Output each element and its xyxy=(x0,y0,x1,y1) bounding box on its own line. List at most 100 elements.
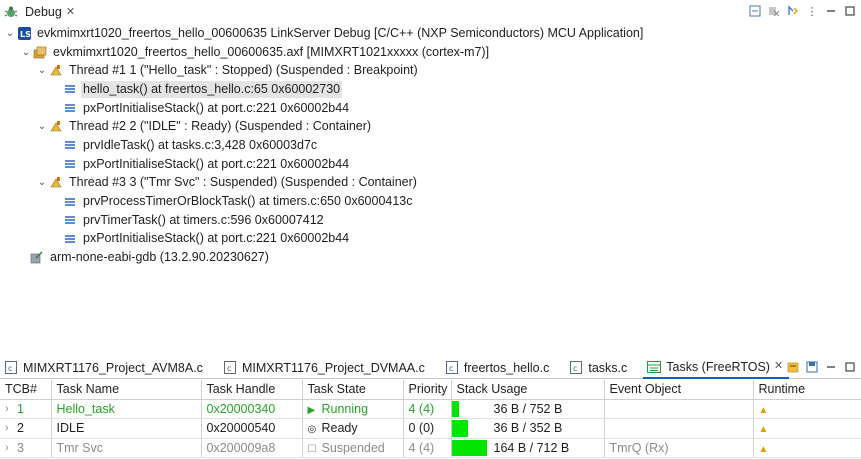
chevron-down-icon[interactable]: ⌄ xyxy=(36,121,48,132)
stack-usage-bar xyxy=(451,420,468,437)
maximize-icon[interactable] xyxy=(843,360,857,374)
tree-item-label: prvProcessTimerOrBlockTask() at timers.c… xyxy=(83,194,413,209)
tree-item-stack-frame[interactable]: prvIdleTask() at tasks.c:3,428 0x60003d7… xyxy=(0,136,861,155)
tree-item-label: pxPortInitialiseStack() at port.c:221 0x… xyxy=(83,156,350,171)
chevron-down-icon[interactable]: ⌄ xyxy=(36,65,48,76)
tree-item-gdb[interactable]: arm-none-eabi-gdb (13.2.90.20230627) xyxy=(0,248,861,267)
collapse-all-icon[interactable] xyxy=(748,4,762,18)
col-header-task-state[interactable]: Task State xyxy=(302,380,404,400)
tab-label: Tasks (FreeRTOS) xyxy=(666,359,770,374)
col-header-priority[interactable]: Priority xyxy=(403,380,452,400)
refresh-icon[interactable] xyxy=(786,360,800,374)
chevron-down-icon[interactable]: ⌄ xyxy=(20,47,32,58)
stack-frame-icon xyxy=(62,101,78,115)
thread-icon xyxy=(48,64,64,78)
table-row[interactable]: › 3 Tmr Svc 0x200009a8 ☐ Suspended 4 (4) 1… xyxy=(0,438,861,458)
tree-item-label: Thread #2 2 ("IDLE" : Ready) (Suspended … xyxy=(69,119,372,134)
runtime-icon: ▲ xyxy=(758,424,769,436)
minimize-icon[interactable] xyxy=(824,4,838,18)
tab-label: MIMXRT1176_Project_AVM8A.c xyxy=(23,360,203,375)
runtime-icon: ▲ xyxy=(758,443,769,455)
task-state-cell: ▶ Running xyxy=(302,399,404,419)
stack-frame-icon xyxy=(62,82,78,96)
stack-frame-icon xyxy=(62,195,78,209)
tree-item-launch[interactable]: ⌄ LS evkmimxrt1020_freertos_hello_006006… xyxy=(0,24,861,43)
tcb-cell: › 3 xyxy=(0,438,52,458)
col-header-runtime[interactable]: Runtime xyxy=(753,380,861,400)
tab-tasks-c[interactable]: c tasks.c xyxy=(565,357,633,379)
instruction-stepping-icon[interactable] xyxy=(786,4,800,18)
stack-usage-cell: 164 B / 712 B xyxy=(451,438,605,458)
chevron-right-icon[interactable]: › xyxy=(5,422,17,434)
debug-view: Debug ✕ ⋮ ⌄ LS evkmimxrt1020_freertos_he… xyxy=(0,0,861,352)
tree-item-label: evkmimxrt1020_freertos_hello_00600635.ax… xyxy=(53,44,490,59)
tree-item-label: arm-none-eabi-gdb (13.2.90.20230627) xyxy=(50,250,269,265)
runtime-icon: ▲ xyxy=(758,404,769,416)
col-header-stack-usage[interactable]: Stack Usage xyxy=(451,380,605,400)
chevron-down-icon[interactable]: ⌄ xyxy=(4,28,16,39)
tab-avm8a-c[interactable]: c MIMXRT1176_Project_AVM8A.c xyxy=(0,357,209,379)
tab-debug-label: Debug xyxy=(25,5,62,19)
task-name-cell: IDLE xyxy=(51,418,202,439)
view-menu-icon[interactable]: ⋮ xyxy=(805,4,819,18)
tab-tasks-freertos[interactable]: Tasks (FreeRTOS) ✕ xyxy=(643,357,790,379)
debug-view-tabbar: Debug ✕ ⋮ xyxy=(0,0,861,24)
stack-frame-icon xyxy=(62,157,78,171)
svg-text:LS: LS xyxy=(20,30,31,39)
tree-item-stack-frame[interactable]: pxPortInitialiseStack() at port.c:221 0x… xyxy=(0,155,861,174)
runtime-cell: ▲ xyxy=(753,418,861,439)
tree-item-stack-frame[interactable]: pxPortInitialiseStack() at port.c:221 0x… xyxy=(0,99,861,118)
event-object-cell: TmrQ (Rx) xyxy=(604,438,754,458)
tree-item-label: prvIdleTask() at tasks.c:3,428 0x60003d7… xyxy=(83,137,318,152)
stack-frame-icon xyxy=(62,213,78,227)
debug-target-icon xyxy=(32,45,48,59)
runtime-cell: ▲ xyxy=(753,438,861,458)
tree-item-thread-2[interactable]: ⌄ Thread #2 2 ("IDLE" : Ready) (Suspende… xyxy=(0,117,861,136)
task-state-cell: ☐ Suspended xyxy=(302,438,404,458)
tcb-cell: › 2 xyxy=(0,418,52,439)
chevron-down-icon[interactable]: ⌄ xyxy=(36,177,48,188)
priority-cell: 4 (4) xyxy=(403,399,452,419)
chevron-right-icon[interactable]: › xyxy=(5,403,17,415)
close-icon[interactable]: ✕ xyxy=(774,361,783,372)
close-icon[interactable]: ✕ xyxy=(66,6,75,18)
svg-text:c: c xyxy=(8,364,12,373)
tab-freertos-hello-c[interactable]: c freertos_hello.c xyxy=(441,357,555,379)
task-state-cell: ◎ Ready xyxy=(302,418,404,439)
editor-tabbar: c MIMXRT1176_Project_AVM8A.c c MIMXRT117… xyxy=(0,357,861,379)
tree-item-label: pxPortInitialiseStack() at port.c:221 0x… xyxy=(83,100,350,115)
tab-debug[interactable]: Debug ✕ xyxy=(0,0,81,24)
tab-label: MIMXRT1176_Project_DVMAA.c xyxy=(241,360,425,375)
tree-item-stack-frame[interactable]: hello_task() at freertos_hello.c:65 0x60… xyxy=(0,80,861,99)
col-header-tcb[interactable]: TCB# xyxy=(0,380,52,400)
col-header-task-name[interactable]: Task Name xyxy=(51,380,202,400)
tree-item-target[interactable]: ⌄ evkmimxrt1020_freertos_hello_00600635.… xyxy=(0,43,861,62)
tree-item-thread-3[interactable]: ⌄ Thread #3 3 ("Tmr Svc" : Suspended) (S… xyxy=(0,174,861,193)
debug-tree: ⌄ LS evkmimxrt1020_freertos_hello_006006… xyxy=(0,24,861,267)
priority-cell: 4 (4) xyxy=(403,438,452,458)
task-name-cell: Tmr Svc xyxy=(51,438,202,458)
task-handle-cell: 0x200009a8 xyxy=(201,438,303,458)
tree-item-stack-frame[interactable]: pxPortInitialiseStack() at port.c:221 0x… xyxy=(0,230,861,249)
tree-item-stack-frame[interactable]: prvTimerTask() at timers.c:596 0x6000741… xyxy=(0,211,861,230)
debug-bug-icon xyxy=(3,5,19,19)
tasks-toolbar xyxy=(786,360,857,374)
stack-frame-icon xyxy=(62,232,78,246)
c-file-icon: c xyxy=(222,361,238,375)
remove-terminated-icon[interactable] xyxy=(767,4,781,18)
col-header-task-handle[interactable]: Task Handle xyxy=(201,380,303,400)
minimize-icon[interactable] xyxy=(824,360,838,374)
tree-item-label: pxPortInitialiseStack() at port.c:221 0x… xyxy=(83,231,350,246)
col-header-event-object[interactable]: Event Object xyxy=(604,380,754,400)
tree-item-stack-frame[interactable]: prvProcessTimerOrBlockTask() at timers.c… xyxy=(0,192,861,211)
tasks-view-icon xyxy=(646,360,662,374)
table-row[interactable]: › 1 Hello_task 0x20000340 ▶ Running 4 (4) … xyxy=(0,399,861,419)
tab-dvmaa-c[interactable]: c MIMXRT1176_Project_DVMAA.c xyxy=(219,357,431,379)
table-row[interactable]: › 2 IDLE 0x20000540 ◎ Ready 0 (0) 36 B / 3… xyxy=(0,418,861,439)
stack-usage-text: 164 B / 712 B xyxy=(493,440,570,455)
chevron-right-icon[interactable]: › xyxy=(5,442,17,454)
c-file-icon: c xyxy=(568,361,584,375)
save-icon[interactable] xyxy=(805,360,819,374)
maximize-icon[interactable] xyxy=(843,4,857,18)
tree-item-thread-1[interactable]: ⌄ Thread #1 1 ("Hello_task" : Stopped) (… xyxy=(0,61,861,80)
